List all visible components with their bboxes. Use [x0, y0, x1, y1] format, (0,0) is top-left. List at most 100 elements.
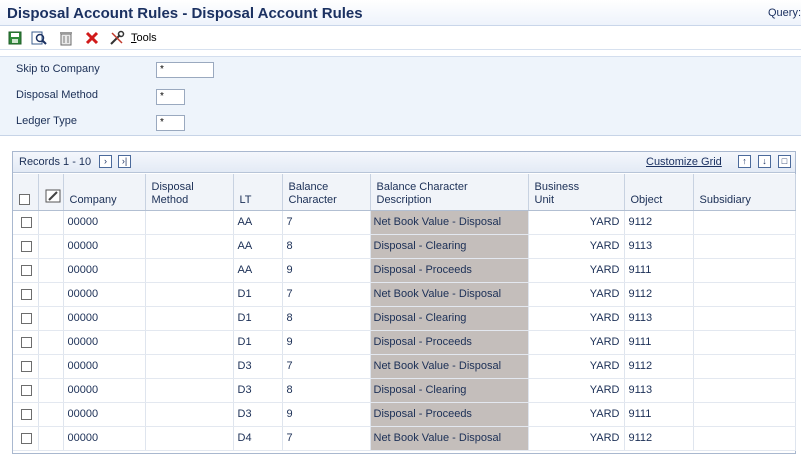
row-checkbox-cell[interactable]	[13, 234, 39, 259]
row-edit-cell	[38, 426, 64, 451]
cell-disposal-method	[145, 378, 234, 403]
cell-business-unit: YARD	[528, 258, 625, 283]
cell-business-unit: YARD	[528, 354, 625, 379]
cell-company: 00000	[63, 258, 146, 283]
tools-menu[interactable]: Tools	[131, 32, 157, 44]
cell-object: 9112	[624, 282, 694, 307]
table-row[interactable]: 00000 AA 8 Disposal - Clearing YARD 9113	[13, 234, 796, 259]
cell-company: 00000	[63, 234, 146, 259]
customize-grid-link[interactable]: Customize Grid	[646, 156, 722, 168]
row-checkbox-cell[interactable]	[13, 354, 39, 379]
query-label[interactable]: Query:	[768, 7, 801, 19]
next-page-icon[interactable]: ›	[99, 155, 112, 168]
row-edit-cell	[38, 354, 64, 379]
filter-panel: Skip to Company * Disposal Method * Ledg…	[0, 56, 801, 136]
cell-company: 00000	[63, 378, 146, 403]
cell-business-unit: YARD	[528, 330, 625, 355]
export-icon[interactable]: ↑	[738, 155, 751, 168]
cell-bc-description: Net Book Value - Disposal	[370, 426, 529, 451]
row-checkbox[interactable]	[21, 264, 32, 276]
cell-bc-description: Disposal - Clearing	[370, 378, 529, 403]
skip-to-company-input[interactable]: *	[156, 62, 214, 78]
disposal-method-input[interactable]: *	[156, 89, 185, 105]
cell-business-unit: YARD	[528, 282, 625, 307]
cell-object: 9113	[624, 306, 694, 331]
col-object[interactable]: Object	[624, 174, 694, 211]
select-all-header[interactable]	[13, 174, 39, 211]
close-icon[interactable]	[84, 30, 100, 46]
table-row[interactable]: 00000 D3 7 Net Book Value - Disposal YARD 911…	[13, 354, 796, 379]
ledger-type-input[interactable]: *	[156, 115, 185, 131]
row-checkbox[interactable]	[21, 288, 32, 300]
row-checkbox-cell[interactable]	[13, 426, 39, 451]
cell-object: 9112	[624, 210, 694, 235]
table-row[interactable]: 00000 D1 7 Net Book Value - Disposal YARD 911…	[13, 282, 796, 307]
row-checkbox-cell[interactable]	[13, 378, 39, 403]
save-icon[interactable]	[7, 30, 23, 46]
cell-lt: D3	[233, 354, 283, 379]
col-disposal-method[interactable]: Disposal Method	[145, 174, 234, 211]
cell-company: 00000	[63, 210, 146, 235]
row-checkbox[interactable]	[21, 360, 32, 372]
cell-disposal-method	[145, 402, 234, 427]
cell-bc-description: Net Book Value - Disposal	[370, 282, 529, 307]
row-checkbox-cell[interactable]	[13, 282, 39, 307]
row-checkbox-cell[interactable]	[13, 258, 39, 283]
table-row[interactable]: 00000 D1 8 Disposal - Clearing YARD 9113	[13, 306, 796, 331]
cell-balance-character: 7	[282, 282, 371, 307]
cell-disposal-method	[145, 426, 234, 451]
col-balance-character[interactable]: Balance Character	[282, 174, 371, 211]
cell-bc-description: Disposal - Proceeds	[370, 402, 529, 427]
cell-business-unit: YARD	[528, 402, 625, 427]
find-icon[interactable]	[31, 30, 47, 46]
ledger-type-label: Ledger Type	[16, 115, 77, 127]
cell-disposal-method	[145, 210, 234, 235]
col-lt[interactable]: LT	[233, 174, 283, 211]
table-row[interactable]: 00000 D1 9 Disposal - Proceeds YARD 9111	[13, 330, 796, 355]
cell-disposal-method	[145, 234, 234, 259]
row-checkbox[interactable]	[21, 384, 32, 396]
select-all-checkbox[interactable]	[19, 194, 30, 206]
cell-business-unit: YARD	[528, 306, 625, 331]
table-row[interactable]: 00000 D3 8 Disposal - Clearing YARD 9113	[13, 378, 796, 403]
row-checkbox[interactable]	[21, 432, 32, 444]
row-checkbox-cell[interactable]	[13, 402, 39, 427]
col-business-unit[interactable]: Business Unit	[528, 174, 625, 211]
import-icon[interactable]: ↓	[758, 155, 771, 168]
table-row[interactable]: 00000 AA 7 Net Book Value - Disposal YARD 911…	[13, 210, 796, 235]
row-edit-cell	[38, 282, 64, 307]
row-checkbox-cell[interactable]	[13, 330, 39, 355]
cell-business-unit: YARD	[528, 426, 625, 451]
row-checkbox[interactable]	[21, 312, 32, 324]
row-checkbox[interactable]	[21, 336, 32, 348]
table-row[interactable]: 00000 D3 9 Disposal - Proceeds YARD 9111	[13, 402, 796, 427]
row-checkbox[interactable]	[21, 216, 32, 228]
cell-bc-description: Disposal - Proceeds	[370, 258, 529, 283]
row-checkbox[interactable]	[21, 408, 32, 420]
cell-disposal-method	[145, 306, 234, 331]
row-edit-cell	[38, 258, 64, 283]
table-row[interactable]: 00000 AA 9 Disposal - Proceeds YARD 9111	[13, 258, 796, 283]
tools-icon[interactable]	[109, 30, 125, 46]
cell-subsidiary	[693, 306, 796, 331]
cell-company: 00000	[63, 330, 146, 355]
cell-bc-description: Net Book Value - Disposal	[370, 354, 529, 379]
row-edit-cell	[38, 330, 64, 355]
col-company[interactable]: Company	[63, 174, 146, 211]
cell-lt: D1	[233, 306, 283, 331]
edit-header	[38, 174, 64, 211]
last-page-icon[interactable]: ›|	[118, 155, 131, 168]
cell-balance-character: 8	[282, 378, 371, 403]
row-checkbox-cell[interactable]	[13, 210, 39, 235]
table-row[interactable]: 00000 D4 7 Net Book Value - Disposal YARD 911…	[13, 426, 796, 451]
grid: Records 1 - 10 › ›| Customize Grid ↑ ↓ □…	[12, 151, 796, 454]
row-checkbox-cell[interactable]	[13, 306, 39, 331]
skip-to-company-label: Skip to Company	[16, 63, 100, 75]
cell-company: 00000	[63, 402, 146, 427]
col-bc-description[interactable]: Balance Character Description	[370, 174, 529, 211]
trash-icon[interactable]	[58, 30, 74, 46]
maximize-icon[interactable]: □	[778, 155, 791, 168]
row-checkbox[interactable]	[21, 240, 32, 252]
cell-subsidiary	[693, 210, 796, 235]
col-subsidiary[interactable]: Subsidiary	[693, 174, 796, 211]
